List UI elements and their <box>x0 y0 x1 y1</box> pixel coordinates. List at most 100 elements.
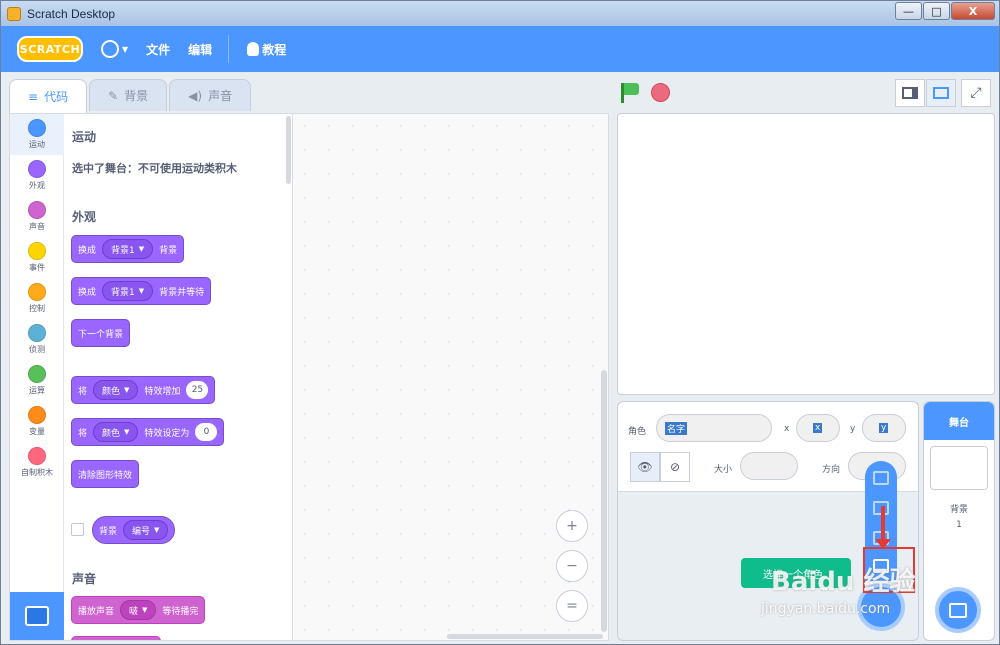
category-item[interactable]: 运动 <box>10 114 64 155</box>
sprite-name-input[interactable]: 名字 <box>656 414 772 442</box>
brush-icon: ✎ <box>108 88 119 103</box>
backdrops-count: 1 <box>956 520 962 530</box>
backdrop-dropdown[interactable]: 背景1 ▼ <box>102 239 154 259</box>
effect-dropdown[interactable]: 颜色 ▼ <box>93 422 139 442</box>
x-input[interactable]: x <box>796 414 840 442</box>
fullscreen-button[interactable]: ⤢ <box>961 79 991 107</box>
language-menu[interactable]: ▼ <box>101 40 128 58</box>
switch-backdrop-wait-block[interactable]: 换成 背景1 ▼ 背景并等待 <box>71 277 212 305</box>
scratch-logo[interactable]: SCRATCH <box>17 36 83 62</box>
y-label: y <box>850 424 856 434</box>
eye-off-icon: ⊘ <box>669 460 681 474</box>
motion-section-title: 运动 <box>72 130 97 144</box>
workspace-vertical-scrollbar[interactable] <box>601 370 607 632</box>
x-value: x <box>813 423 823 433</box>
sound-block-partial[interactable] <box>71 636 161 640</box>
dropdown-value: 颜色 <box>102 386 121 397</box>
sprite-label: 角色 <box>628 427 647 437</box>
small-stage-button[interactable] <box>895 79 925 107</box>
category-dot <box>28 283 46 301</box>
category-label: 自制积木 <box>21 468 53 477</box>
stop-button[interactable] <box>651 83 670 102</box>
category-item[interactable]: 运算 <box>10 360 64 401</box>
sound-dropdown[interactable]: 啵 ▼ <box>120 600 157 620</box>
globe-icon <box>101 40 119 58</box>
category-item[interactable]: 变量 <box>10 401 64 442</box>
number-name-dropdown[interactable]: 编号 ▼ <box>123 520 169 540</box>
show-sprite-button[interactable]: 👁 <box>630 452 660 482</box>
minimize-button[interactable]: — <box>895 2 922 20</box>
block-text: 将 <box>78 386 88 397</box>
next-backdrop-block[interactable]: 下一个背景 <box>71 319 131 347</box>
x-label: x <box>784 424 790 434</box>
category-item[interactable]: 声音 <box>10 196 64 237</box>
category-item[interactable]: 侦测 <box>10 319 64 360</box>
block-text: 下一个背景 <box>78 329 124 340</box>
category-item[interactable]: 控制 <box>10 278 64 319</box>
edit-menu[interactable]: 编辑 <box>188 41 212 58</box>
backdrop-number-reporter[interactable]: 背景 编号 ▼ <box>92 516 176 544</box>
zoom-in-icon: + <box>566 518 578 534</box>
tab-backdrops[interactable]: ✎ 背景 <box>89 79 168 111</box>
zoom-out-button[interactable]: − <box>556 550 588 582</box>
switch-backdrop-block[interactable]: 换成 背景1 ▼ 背景 <box>71 235 185 263</box>
caret-down-icon: ▼ <box>138 287 145 295</box>
category-label: 控制 <box>29 304 45 313</box>
maximize-button[interactable]: □ <box>923 2 950 20</box>
category-item[interactable]: 自制积木 <box>10 442 64 483</box>
upload-icon[interactable] <box>873 471 889 485</box>
y-input[interactable]: y <box>862 414 906 442</box>
close-button[interactable]: X <box>951 2 995 20</box>
category-item[interactable]: 外观 <box>10 155 64 196</box>
extension-icon <box>25 606 49 626</box>
large-stage-button[interactable] <box>926 79 956 107</box>
play-sound-until-done-block[interactable]: 播放声音 啵 ▼ 等待播完 <box>71 596 206 624</box>
menu-bar: SCRATCH ▼ 文件 编辑 教程 <box>1 26 999 72</box>
backdrop-dropdown[interactable]: 背景1 ▼ <box>102 281 154 301</box>
hide-sprite-button[interactable]: ⊘ <box>660 452 690 482</box>
size-input[interactable] <box>740 452 798 480</box>
caret-down-icon: ▼ <box>142 606 148 614</box>
stage-thumbnail[interactable] <box>930 446 988 490</box>
tab-code[interactable]: ≡ 代码 <box>9 79 88 113</box>
effect-dropdown[interactable]: 颜色 ▼ <box>93 380 139 400</box>
stage-selector-title: 舞台 <box>924 402 994 440</box>
dropdown-value: 背景1 <box>111 287 135 298</box>
caret-down-icon: ▼ <box>124 428 130 436</box>
backdrop-reporter-checkbox[interactable] <box>71 523 84 536</box>
category-dot <box>28 324 46 342</box>
category-dot <box>28 119 46 137</box>
zoom-in-button[interactable]: + <box>556 510 588 542</box>
workspace-horizontal-scrollbar[interactable] <box>447 634 603 639</box>
block-text: 播放声音 <box>78 606 115 617</box>
category-label: 声音 <box>29 222 45 231</box>
palette-scrollbar[interactable] <box>286 116 291 184</box>
zoom-reset-button[interactable]: = <box>556 590 588 622</box>
category-dot <box>28 406 46 424</box>
category-item[interactable]: 事件 <box>10 237 64 278</box>
green-flag-button[interactable] <box>621 83 639 103</box>
block-text: 背景 <box>159 245 178 256</box>
zoom-out-icon: − <box>566 558 578 574</box>
tutorials-label: 教程 <box>262 42 287 57</box>
small-stage-icon <box>902 87 918 99</box>
motion-stage-note: 选中了舞台：不可使用运动类积木 <box>72 162 237 175</box>
stage-canvas[interactable] <box>617 113 995 395</box>
size-label: 大小 <box>714 465 733 475</box>
set-effect-block[interactable]: 将 颜色 ▼ 特效设定为 0 <box>71 418 225 446</box>
tutorials-menu[interactable]: 教程 <box>247 41 286 58</box>
code-workspace[interactable]: + − = <box>293 113 609 641</box>
category-label: 事件 <box>29 263 45 272</box>
dropdown-value: 编号 <box>132 526 151 537</box>
change-effect-block[interactable]: 将 颜色 ▼ 特效增加 25 <box>71 376 216 404</box>
clear-effects-block[interactable]: 清除图形特效 <box>71 460 140 488</box>
add-extension-button[interactable] <box>10 592 64 640</box>
dropdown-value: 啵 <box>129 606 139 617</box>
category-label: 外观 <box>29 181 45 190</box>
number-input[interactable]: 25 <box>186 381 209 399</box>
number-input[interactable]: 0 <box>195 423 218 441</box>
file-menu[interactable]: 文件 <box>146 41 170 58</box>
category-label: 变量 <box>29 427 45 436</box>
tab-sounds[interactable]: ◀) 声音 <box>169 79 252 111</box>
sprite-name-value: 名字 <box>665 421 688 435</box>
